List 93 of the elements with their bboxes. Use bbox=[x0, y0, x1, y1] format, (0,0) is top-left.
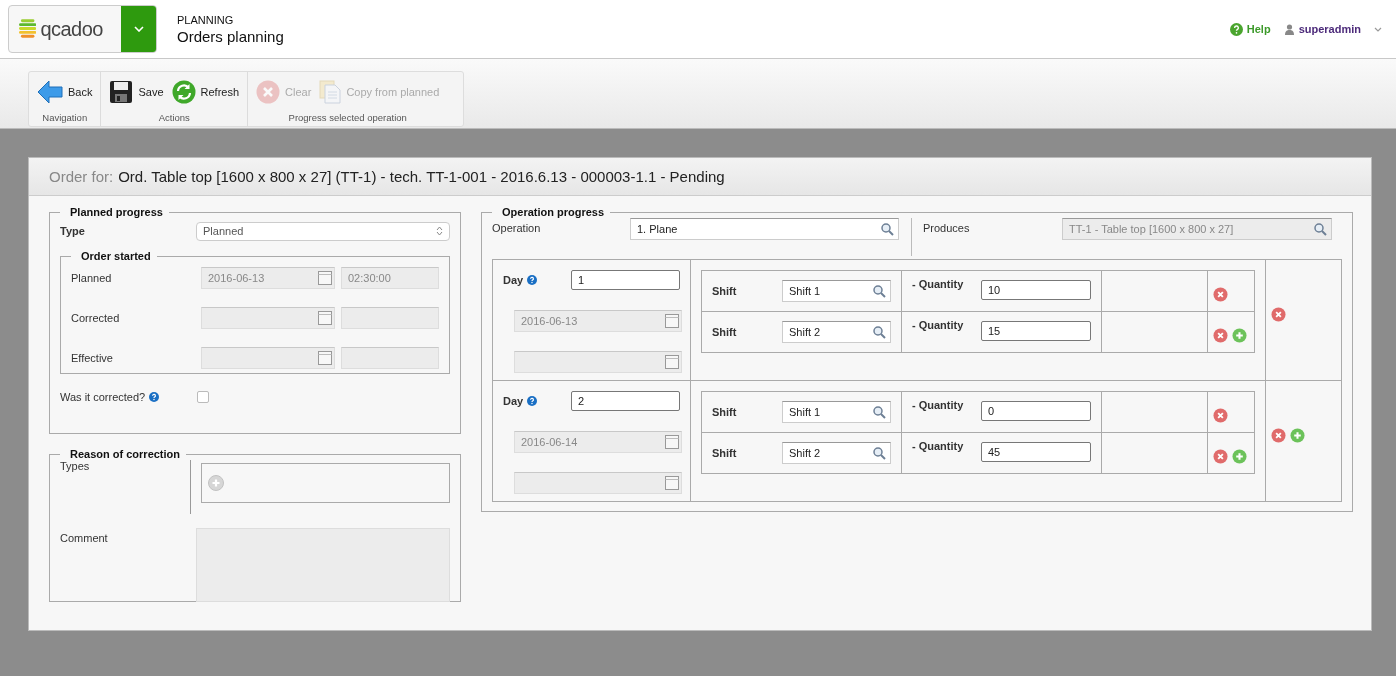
arrow-left-icon bbox=[37, 80, 63, 104]
calendar-icon bbox=[318, 311, 332, 325]
search-icon bbox=[1314, 222, 1327, 236]
quantity-field[interactable]: 45 bbox=[981, 442, 1091, 462]
logo-text: qcadoo bbox=[40, 17, 103, 41]
date-field[interactable] bbox=[514, 472, 682, 494]
search-icon bbox=[873, 325, 886, 339]
field-label: Shift bbox=[712, 285, 738, 297]
refresh-icon bbox=[171, 80, 196, 104]
field-label: Was it corrected? bbox=[60, 391, 146, 403]
user-icon bbox=[1284, 23, 1294, 35]
field-label: Shift bbox=[712, 447, 738, 459]
logo-menu-button[interactable]: qcadoo bbox=[8, 5, 157, 53]
search-icon bbox=[873, 446, 886, 460]
toolbar-button[interactable]: Save bbox=[107, 80, 166, 104]
add-icon[interactable] bbox=[1290, 427, 1305, 443]
toolbar-group-label: Actions bbox=[158, 112, 190, 123]
field-label: Corrected bbox=[71, 312, 121, 324]
search-icon bbox=[881, 222, 894, 236]
chevron-down-icon bbox=[133, 26, 144, 32]
field-label: Comment bbox=[60, 531, 109, 546]
info-icon bbox=[149, 392, 160, 402]
remove-icon[interactable] bbox=[1271, 306, 1286, 322]
field-label: Planned bbox=[71, 272, 113, 284]
field-label: Day bbox=[503, 395, 524, 407]
add-icon[interactable] bbox=[1232, 327, 1247, 343]
field-label: Shift bbox=[712, 326, 738, 338]
quantity-field[interactable]: 0 bbox=[981, 401, 1091, 421]
help-link[interactable]: Help bbox=[1229, 22, 1271, 36]
toolbar-button[interactable]: Refresh bbox=[169, 80, 242, 104]
help-icon bbox=[1229, 22, 1243, 36]
logo-icon bbox=[19, 18, 37, 40]
section-title: Order started bbox=[80, 250, 152, 262]
field-label: Operation bbox=[492, 221, 542, 234]
clear-icon bbox=[256, 80, 281, 104]
up-down-arrows-icon bbox=[436, 226, 443, 236]
shift-lookup-field[interactable]: Shift 1 bbox=[782, 401, 891, 423]
info-icon bbox=[527, 275, 538, 285]
date-field[interactable] bbox=[514, 351, 682, 373]
section-title: Reason of correction bbox=[69, 448, 182, 460]
search-icon bbox=[873, 284, 886, 298]
field-label: - Quantity bbox=[912, 278, 965, 290]
day-number-field[interactable]: 2 bbox=[571, 391, 680, 411]
section-title: Planned progress bbox=[69, 206, 164, 218]
calendar-icon bbox=[318, 351, 332, 365]
remove-icon[interactable] bbox=[1271, 427, 1286, 443]
field-label: Day bbox=[503, 274, 524, 286]
section-title: Operation progress bbox=[501, 206, 606, 218]
operation-lookup-field[interactable]: 1. Plane bbox=[630, 218, 899, 240]
order-label: Order for: bbox=[49, 168, 114, 185]
order-title: Ord. Table top [1600 x 800 x 27] (TT-1) - tech. TT-1-001 - 2016.6.13 - 000003-1.1 - Pending bbox=[118, 168, 725, 185]
calendar-icon bbox=[665, 435, 679, 449]
remove-icon[interactable] bbox=[1213, 286, 1228, 302]
remove-icon[interactable] bbox=[1213, 407, 1228, 423]
add-icon[interactable] bbox=[1232, 448, 1247, 464]
comment-field[interactable] bbox=[196, 528, 450, 602]
toolbar-button[interactable]: Back bbox=[35, 80, 95, 104]
date-field[interactable] bbox=[201, 347, 335, 369]
toolbar-group-label: Progress selected operation bbox=[288, 112, 407, 123]
documents-icon bbox=[319, 80, 342, 104]
remove-icon[interactable] bbox=[1213, 448, 1228, 464]
shift-lookup-field[interactable]: Shift 1 bbox=[782, 280, 891, 302]
calendar-icon bbox=[665, 355, 679, 369]
user-menu[interactable]: superadmin bbox=[1284, 23, 1382, 35]
time-field[interactable] bbox=[341, 347, 439, 369]
chevron-down-icon bbox=[1374, 26, 1382, 32]
field-label: Type bbox=[60, 225, 86, 237]
time-field[interactable] bbox=[341, 307, 439, 329]
add-icon[interactable] bbox=[208, 475, 224, 491]
field-label: - Quantity bbox=[912, 399, 965, 411]
calendar-icon bbox=[665, 476, 679, 490]
calendar-icon bbox=[665, 314, 679, 328]
shift-lookup-field[interactable]: Shift 2 bbox=[782, 442, 891, 464]
page-title: Orders planning bbox=[177, 27, 284, 45]
quantity-field[interactable]: 15 bbox=[981, 321, 1091, 341]
toolbar-group-label: Navigation bbox=[42, 112, 88, 123]
module-name: PLANNING bbox=[177, 13, 235, 26]
field-label: Shift bbox=[712, 406, 738, 418]
shift-lookup-field[interactable]: Shift 2 bbox=[782, 321, 891, 343]
field-label: Produces bbox=[923, 221, 971, 234]
date-field[interactable] bbox=[201, 307, 335, 329]
day-number-field[interactable]: 1 bbox=[571, 270, 680, 290]
type-select[interactable]: Planned bbox=[196, 221, 450, 241]
field-label: Effective bbox=[71, 352, 114, 364]
calendar-icon bbox=[318, 271, 332, 285]
remove-icon[interactable] bbox=[1213, 327, 1228, 343]
field-label: - Quantity bbox=[912, 319, 965, 331]
quantity-field[interactable]: 10 bbox=[981, 280, 1091, 300]
info-icon bbox=[527, 396, 538, 406]
field-label: - Quantity bbox=[912, 440, 965, 452]
checkbox[interactable] bbox=[197, 391, 210, 403]
field-label: Types bbox=[60, 460, 191, 514]
search-icon bbox=[873, 405, 886, 419]
